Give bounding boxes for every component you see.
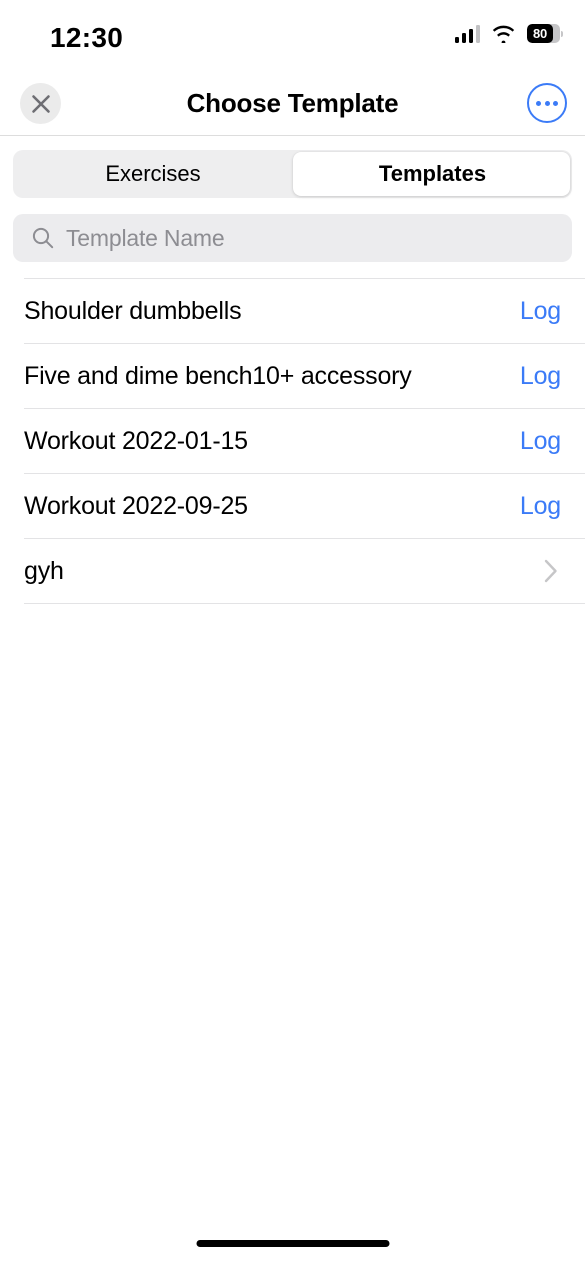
status-indicators: 80	[454, 24, 563, 43]
search-field[interactable]: Template Name	[13, 214, 572, 262]
nav-bar-separator	[0, 135, 585, 136]
page-title: Choose Template	[186, 87, 399, 118]
list-item-label: gyh	[24, 556, 64, 585]
template-list: Shoulder dumbbells Log Five and dime ben…	[0, 278, 585, 604]
list-item[interactable]: Five and dime bench10+ accessory Log	[0, 344, 585, 408]
status-bar: 12:30 80	[0, 0, 585, 70]
search-input-placeholder[interactable]: Template Name	[66, 225, 225, 252]
search-magnifier-icon	[32, 227, 54, 249]
wifi-icon	[492, 25, 515, 43]
segment-templates[interactable]: Templates	[293, 150, 572, 198]
list-item-label: Shoulder dumbbells	[24, 296, 242, 325]
battery-percent: 80	[532, 26, 548, 41]
log-button[interactable]: Log	[520, 297, 561, 326]
ellipsis-dot	[544, 100, 550, 106]
battery-icon: 80	[527, 24, 563, 43]
list-item[interactable]: gyh	[0, 539, 585, 603]
ellipsis-dot	[536, 100, 541, 106]
list-item-label: Workout 2022-09-25	[24, 491, 248, 520]
list-item-label: Workout 2022-01-15	[24, 426, 248, 455]
list-separator	[24, 603, 585, 604]
nav-bar: Choose Template	[0, 70, 585, 136]
list-item[interactable]: Workout 2022-01-15 Log	[0, 409, 585, 473]
segment-exercises[interactable]: Exercises	[13, 150, 293, 198]
ellipsis-dot	[553, 100, 558, 106]
log-button[interactable]: Log	[520, 362, 561, 391]
home-indicator	[196, 1240, 389, 1247]
list-item[interactable]: Shoulder dumbbells Log	[0, 279, 585, 343]
cellular-bars-icon	[454, 24, 480, 43]
segmented-control[interactable]: Exercises Templates	[13, 150, 572, 198]
list-item-label: Five and dime bench10+ accessory	[24, 361, 412, 390]
chevron-right-icon[interactable]	[544, 559, 558, 583]
more-options-button[interactable]	[527, 83, 567, 123]
app-screen: 12:30 80 Choose Template Exercises Templ…	[0, 0, 585, 1266]
status-time: 12:30	[50, 22, 124, 53]
list-item[interactable]: Workout 2022-09-25 Log	[0, 474, 585, 538]
log-button[interactable]: Log	[520, 427, 561, 456]
log-button[interactable]: Log	[520, 492, 561, 521]
